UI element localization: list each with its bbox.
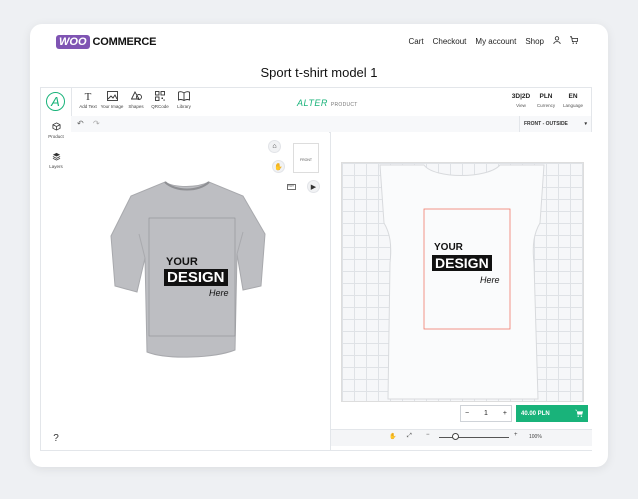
front-view-thumbnail[interactable]: FRONT [293, 143, 319, 173]
logo-woo: WOO [56, 35, 90, 49]
product-card: WOO COMMERCE Cart Checkout My account Sh… [30, 24, 608, 467]
front-thumb-label: FRONT [299, 158, 313, 162]
tshirt-2d-outline [379, 164, 545, 400]
language-value: EN [568, 93, 578, 100]
ruler-icon[interactable] [285, 180, 298, 193]
tool-label: QRCode [151, 104, 169, 109]
add-to-cart-button[interactable]: 40.00 PLN [516, 405, 588, 422]
sidebar-item-product[interactable]: Product [41, 122, 71, 139]
cart-icon [575, 409, 583, 419]
zoom-out-icon[interactable]: − [426, 432, 430, 438]
zoom-slider-track[interactable] [439, 437, 509, 438]
brand-name: ALTER [297, 98, 328, 108]
page-title: Sport t-shirt model 1 [260, 65, 378, 80]
text-icon: T [84, 91, 92, 103]
chevron-down-icon: ▾ [584, 121, 587, 127]
preview-2d: YOUR DESIGN Here − 1 + 40.00 PLN ✋ ⤢ − +… [330, 132, 592, 450]
zoom-in-icon[interactable]: + [514, 432, 518, 438]
fullscreen-icon[interactable]: ⤢ [407, 433, 412, 440]
view-toggle[interactable]: 3D|2D View [509, 93, 533, 108]
preview-3d[interactable]: ⌂ ✋ ▶ FRONT YOUR DESIGN Here [71, 132, 329, 450]
nav-link-shop[interactable]: Shop [525, 37, 544, 46]
quantity-stepper[interactable]: − 1 + [460, 405, 512, 422]
redo-icon[interactable]: ↷ [93, 119, 100, 128]
plus-icon[interactable]: + [503, 410, 507, 417]
tool-shapes[interactable]: Shapes [123, 91, 149, 109]
nav-link-my-account[interactable]: My account [475, 37, 516, 46]
alter-logo-icon[interactable]: A [46, 92, 65, 111]
tool-label: Library [177, 104, 191, 109]
tool-label: Your Image [100, 104, 124, 109]
design-grid-canvas[interactable]: YOUR DESIGN Here [341, 162, 584, 402]
cube-icon [41, 122, 71, 133]
home-icon[interactable]: ⌂ [268, 140, 281, 153]
layers-icon [41, 152, 71, 163]
language-label: Language [562, 103, 584, 108]
minus-icon[interactable]: − [465, 410, 469, 417]
price-label: 40.00 PLN [521, 410, 550, 417]
image-icon [99, 91, 125, 103]
tool-add-text[interactable]: T Add Text [75, 91, 101, 109]
woocommerce-logo[interactable]: WOO COMMERCE [56, 35, 156, 49]
nav-link-cart[interactable]: Cart [408, 37, 423, 46]
undo-icon[interactable]: ↶ [77, 119, 84, 128]
book-icon [171, 91, 197, 103]
design-text-your[interactable]: YOUR [434, 242, 463, 253]
zoom-value: 100% [529, 434, 542, 440]
tool-library[interactable]: Library [171, 91, 197, 109]
design-text-design[interactable]: DESIGN [432, 255, 492, 271]
action-bar: ↶ ↷ FRONT - OUTSIDE ▾ [71, 116, 591, 133]
zoom-slider-handle[interactable] [452, 433, 459, 440]
tool-label: Shapes [128, 104, 144, 109]
view-label: View [516, 103, 526, 108]
cart-icon[interactable] [570, 36, 579, 46]
language-selector[interactable]: EN Language [561, 93, 585, 108]
sidebar-item-layers[interactable]: Layers [41, 152, 71, 169]
brand-suffix: PRODUCT [330, 102, 358, 108]
design-text-here[interactable]: Here [480, 275, 500, 285]
tool-qrcode[interactable]: QRCode [147, 91, 173, 109]
help-icon[interactable]: ? [41, 433, 71, 444]
view-select-value: FRONT - OUTSIDE [524, 121, 568, 127]
toolbar: T Add Text Your Image Shapes QRCode Libr… [71, 88, 591, 117]
nav-links: Cart Checkout My account Shop [408, 36, 579, 46]
shapes-icon [123, 91, 149, 103]
qrcode-icon [147, 91, 173, 103]
design-text-here[interactable]: Here [209, 288, 229, 298]
sidebar: A Product Layers ? [41, 88, 72, 450]
nav-link-checkout[interactable]: Checkout [433, 37, 467, 46]
design-text-design[interactable]: DESIGN [164, 269, 228, 286]
top-navigation: WOO COMMERCE Cart Checkout My account Sh… [30, 24, 608, 60]
zoom-bar: ✋ ⤢ − + 100% [331, 429, 592, 446]
play-icon[interactable]: ▶ [307, 180, 320, 193]
product-customizer: A Product Layers ? T Add Text Your Image… [40, 87, 592, 451]
alter-product-brand: ALTER PRODUCT [297, 98, 358, 108]
view-select[interactable]: FRONT - OUTSIDE ▾ [519, 116, 591, 132]
tool-label: Add Text [79, 104, 97, 109]
view-value: 3D|2D [511, 93, 531, 100]
hand-icon[interactable]: ✋ [272, 160, 285, 173]
hand-icon[interactable]: ✋ [389, 433, 396, 440]
tool-your-image[interactable]: Your Image [99, 91, 125, 109]
currency-value: PLN [539, 93, 553, 100]
currency-selector[interactable]: PLN Currency [534, 93, 558, 108]
sidebar-item-label: Layers [49, 164, 63, 169]
sidebar-item-label: Product [48, 134, 64, 139]
currency-label: Currency [536, 103, 556, 108]
logo-commerce: COMMERCE [92, 36, 157, 48]
design-text-your[interactable]: YOUR [166, 256, 198, 268]
quantity-value: 1 [484, 410, 488, 417]
user-icon[interactable] [553, 36, 561, 46]
